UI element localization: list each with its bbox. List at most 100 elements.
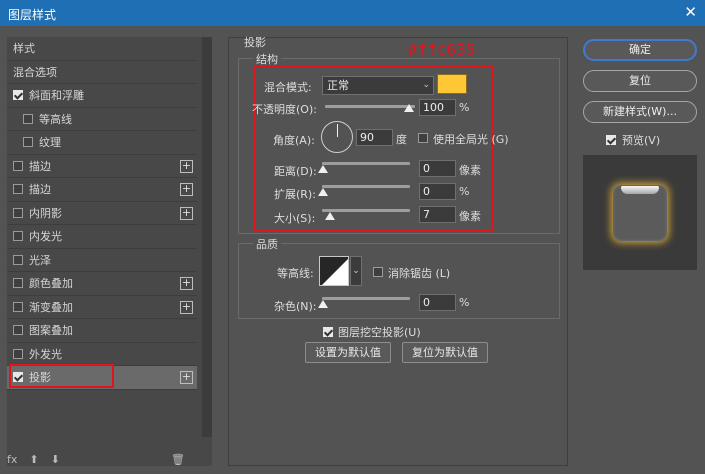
add-icon[interactable]: + [180,300,193,314]
reset-button[interactable]: 复位 [583,70,697,92]
preview-checkbox[interactable] [606,135,616,145]
style-item-label: 颜色叠加 [29,277,73,291]
style-item[interactable]: 描边 + [7,155,197,178]
blend-mode-value: 正常 [327,79,349,92]
angle-dial[interactable] [321,121,353,153]
style-item[interactable]: 外发光 [7,343,197,366]
opacity-label: 不透明度(O): [252,103,317,116]
reset-default-button[interactable]: 复位为默认值 [402,342,488,363]
style-item[interactable]: 等高线 [7,108,197,131]
add-icon[interactable]: + [180,183,193,196]
opacity-slider-track[interactable] [325,105,415,108]
style-item[interactable]: 内阴影 + [7,202,197,225]
distance-unit: 像素 [459,164,481,177]
color-annotation: #ffc635 [408,40,476,59]
contour-curve-icon [320,257,348,285]
title-bar: 图层样式 ✕ [0,0,705,26]
move-down-icon[interactable]: ⬇ [51,453,60,466]
style-item-checkbox[interactable] [13,160,23,171]
new-style-button[interactable]: 新建样式(W)... [583,101,697,123]
distance-slider-track[interactable] [322,162,410,165]
styles-list: 样式 混合选项 斜面和浮雕 等高线 纹理 描边 + 描边 + 内阴影 + 内发光 光泽 颜色叠加 + 渐变叠加… [7,37,197,390]
knockout-checkbox[interactable] [323,327,333,337]
style-item[interactable]: 样式 [7,37,197,61]
opacity-input[interactable]: 100 [419,99,456,116]
fx-icon[interactable]: fx [7,453,17,466]
size-slider-thumb[interactable] [325,212,335,220]
style-item[interactable]: 混合选项 [7,61,197,84]
style-item[interactable]: 渐变叠加 + [7,296,197,319]
contour-dropdown[interactable]: ⌄ [350,256,362,286]
quality-title: 品质 [253,236,281,252]
styles-list-footer: fx ⬆ ⬇ 🗑 [7,450,197,468]
opacity-slider-thumb[interactable] [404,104,414,112]
size-label: 大小(S): [274,212,316,225]
preview-label: 预览(V) [622,134,661,147]
style-item-checkbox[interactable] [13,325,23,336]
style-item-label: 描边 [29,183,51,197]
ok-button[interactable]: 确定 [583,39,697,61]
set-default-button[interactable]: 设置为默认值 [305,342,391,363]
style-item[interactable]: 颜色叠加 + [7,272,197,296]
antialias-label: 消除锯齿 (L) [388,267,451,280]
style-preview [583,155,697,270]
contour-preview[interactable] [319,256,349,286]
spread-input[interactable]: 0 [419,183,456,200]
styles-list-scrollbar[interactable] [202,37,212,437]
style-item-checkbox[interactable] [13,348,23,359]
style-item-checkbox[interactable] [13,301,23,312]
preview-bevel-highlight [621,186,659,194]
add-icon[interactable]: + [180,371,193,384]
noise-unit: % [459,296,470,309]
move-up-icon[interactable]: ⬆ [29,453,38,466]
style-item-checkbox[interactable] [13,231,23,242]
window-title: 图层样式 [8,8,57,22]
style-item-checkbox[interactable] [13,90,23,101]
global-light-checkbox[interactable] [418,133,428,143]
section-title: 投影 [244,36,266,49]
highlight-box-drop-shadow [9,364,114,388]
style-item-label: 纹理 [39,136,61,150]
style-item-label: 样式 [13,42,35,56]
style-item[interactable]: 描边 + [7,178,197,202]
add-icon[interactable]: + [180,277,193,290]
opacity-unit: % [459,101,470,114]
style-item[interactable]: 斜面和浮雕 [7,84,197,108]
styles-list-panel: 样式 混合选项 斜面和浮雕 等高线 纹理 描边 + 描边 + 内阴影 + 内发光 光泽 颜色叠加 + 渐变叠加… [7,37,212,466]
style-item[interactable]: 图案叠加 [7,319,197,343]
distance-input[interactable]: 0 [419,160,456,177]
style-item-label: 光泽 [29,253,51,267]
style-item-label: 图案叠加 [29,324,73,338]
style-item-checkbox[interactable] [23,113,33,124]
noise-slider-track[interactable] [322,297,410,300]
size-slider-track[interactable] [322,209,410,212]
style-item[interactable]: 内发光 [7,225,197,249]
style-item[interactable]: 纹理 [7,131,197,155]
close-icon[interactable]: ✕ [684,3,697,21]
add-icon[interactable]: + [180,206,193,220]
style-item[interactable]: 光泽 [7,249,197,272]
distance-label: 距离(D): [274,165,317,178]
style-item-checkbox[interactable] [13,254,23,265]
size-input[interactable]: 7 [419,206,456,223]
style-item-checkbox[interactable] [13,184,23,195]
angle-input[interactable]: 90 [356,129,393,146]
shadow-color-swatch[interactable] [437,74,467,94]
blend-mode-select[interactable]: 正常 ⌄ [322,76,434,95]
distance-slider-thumb[interactable] [318,165,328,173]
style-item-label: 渐变叠加 [29,300,73,314]
global-light-label: 使用全局光 (G) [433,133,509,146]
spread-unit: % [459,185,470,198]
spread-slider-thumb[interactable] [318,188,328,196]
chevron-down-icon: ⌄ [422,80,430,90]
style-item-checkbox[interactable] [23,137,33,148]
style-item-checkbox[interactable] [13,278,23,289]
spread-slider-track[interactable] [322,185,410,188]
antialias-checkbox[interactable] [373,267,383,277]
add-icon[interactable]: + [180,159,193,173]
noise-input[interactable]: 0 [419,294,456,311]
style-item-label: 外发光 [29,347,62,361]
trash-icon[interactable]: 🗑 [171,453,185,466]
noise-slider-thumb[interactable] [318,300,328,308]
style-item-checkbox[interactable] [13,207,23,218]
